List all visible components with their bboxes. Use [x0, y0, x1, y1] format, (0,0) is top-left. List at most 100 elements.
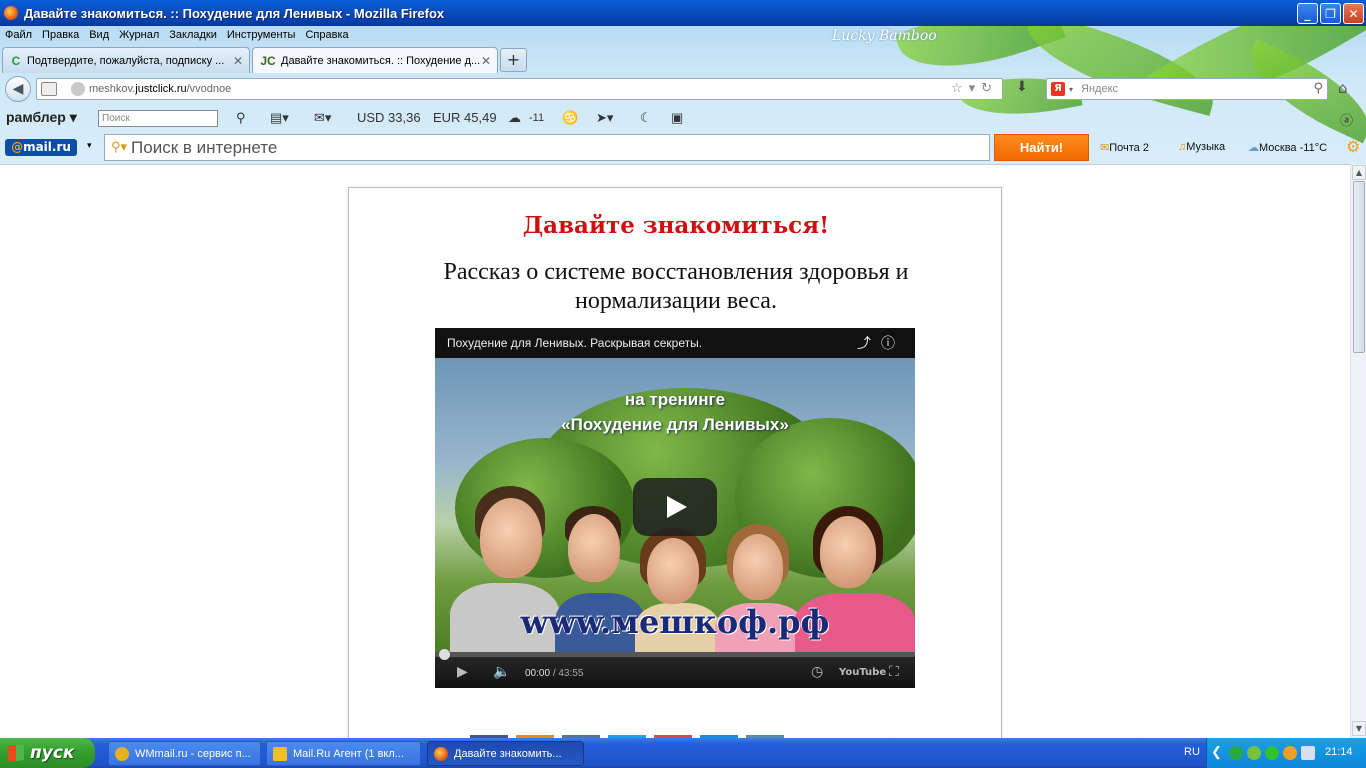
video-player[interactable]: на тренинге «Похудение для Ленивых» www.… [435, 328, 915, 688]
mailru-settings-icon[interactable]: ⚙ [1346, 137, 1360, 157]
rambler-news-icon[interactable]: ▤▾ [270, 110, 289, 126]
menu-tools[interactable]: Инструменты [222, 29, 301, 41]
panorama-icon[interactable] [41, 82, 57, 96]
menu-help[interactable]: Справка [300, 29, 353, 41]
rambler-search-icon[interactable]: ⚲ [236, 110, 246, 126]
person-face [568, 514, 620, 582]
rambler-weather[interactable]: -11 [529, 112, 544, 124]
taskbar-button-wmmail[interactable]: WMmail.ru - сервис п... [108, 741, 261, 766]
rambler-mail-icon[interactable]: ✉▾ [314, 110, 331, 126]
window-titlebar: Давайте знакомиться. :: Похудение для Ле… [0, 0, 1366, 26]
tab-favicon: C [11, 53, 21, 68]
person-face [647, 538, 699, 604]
tray-expand-icon[interactable]: ❮ [1211, 744, 1222, 760]
home-icon[interactable]: ⌂ [1338, 79, 1348, 97]
usd-rate[interactable]: USD 33,36 [357, 110, 421, 125]
page-subheading: Рассказ о системе восстановления здоровь… [443, 259, 909, 314]
video-title[interactable]: Похудение для Ленивых. Раскрывая секреты… [447, 336, 702, 350]
firefox-icon [4, 6, 18, 20]
progress-knob[interactable] [439, 649, 450, 660]
page-content: Давайте знакомиться! Рассказ о системе в… [0, 164, 1350, 738]
tv-icon[interactable]: ▣ [671, 110, 683, 126]
rambler-search-input[interactable]: Поиск [98, 110, 218, 127]
menu-history[interactable]: Журнал [114, 29, 164, 41]
play-button[interactable] [633, 478, 717, 536]
url-text: meshkov.justclick.ru/vvodnoe [89, 83, 232, 95]
clock[interactable]: 21:14 [1325, 746, 1353, 758]
rambler-logo[interactable]: рамблер ▾ [6, 109, 77, 126]
volume-icon[interactable]: 🔈 [493, 664, 510, 680]
find-button[interactable]: Найти! [994, 134, 1089, 161]
mailru-search-input[interactable]: ⚲▾ Поиск в интернете [104, 134, 990, 161]
eur-rate[interactable]: EUR 45,49 [433, 110, 497, 125]
share-icon[interactable]: ⤴ [857, 335, 881, 351]
menu-bookmarks[interactable]: Закладки [164, 29, 222, 41]
horoscope-icon[interactable]: ♋ [562, 110, 578, 126]
search-icon[interactable]: ⚲ [1313, 81, 1323, 96]
chrome-icon [115, 746, 129, 761]
weather-icon[interactable]: ☁ [508, 110, 521, 126]
start-button[interactable]: пуск [0, 738, 95, 768]
info-tray-icon[interactable] [1283, 746, 1297, 760]
video-overlay-text: на тренинге «Похудение для Ленивых» [561, 390, 789, 434]
video-controls: ▶ 🔈 00:00 / 43:55 ◷ YouTube ⛶ [435, 649, 915, 688]
utorrent-icon[interactable] [1229, 746, 1243, 760]
weather-link[interactable]: ☁Москва -11°C [1248, 141, 1327, 154]
moon-icon[interactable]: ☾ [640, 110, 652, 126]
rambler-toolbar: рамблер ▾ Поиск ⚲ ▤▾ ✉▾ USD 33,36 EUR 45… [0, 105, 1366, 131]
tab-label: Давайте знакомиться. :: Похудение д... [281, 54, 481, 67]
mail-link[interactable]: ✉Почта 2 [1100, 141, 1149, 154]
scroll-down-arrow[interactable]: ▼ [1352, 721, 1366, 736]
language-indicator[interactable]: RU [1184, 746, 1200, 758]
icq-icon[interactable] [1265, 746, 1279, 760]
search-key-icon: ⚲▾ [111, 140, 128, 155]
tab-subscription[interactable]: C Подтвердите, пожалуйста, подписку ... … [2, 47, 250, 73]
minimize-button[interactable]: _ [1297, 3, 1318, 24]
send-icon[interactable]: ➤▾ [596, 110, 613, 126]
fullscreen-icon[interactable]: ⛶ [889, 664, 899, 680]
rambler-settings-icon[interactable]: ⓐ [1340, 110, 1353, 129]
mailru-search-placeholder: Поиск в интернете [131, 137, 278, 157]
mailru-dropdown-icon[interactable]: ▾ [87, 141, 92, 151]
maximize-button[interactable]: ❐ [1320, 3, 1341, 24]
mail-agent-icon [273, 746, 287, 761]
navigation-bar: ◀ meshkov.justclick.ru/vvodnoe ☆▾↻ ⬇ Я ▾… [0, 74, 1366, 104]
close-button[interactable]: ✕ [1343, 3, 1364, 24]
theme-name: Lucky Bamboo [832, 28, 937, 44]
new-tab-button[interactable]: + [500, 48, 527, 72]
music-icon: ♫ [1178, 141, 1187, 153]
play-icon[interactable]: ▶ [457, 664, 468, 680]
mailru-toolbar: @mail.ru ▾ ⚲▾ Поиск в интернете Найти! ✉… [0, 131, 1366, 164]
taskbar-button-firefox[interactable]: Давайте знакомить... [427, 741, 584, 766]
taskbar-button-mailru-agent[interactable]: Mail.Ru Агент (1 вкл... [266, 741, 421, 766]
page-scrollbar[interactable]: ▲ ▼ [1350, 164, 1366, 738]
browser-chrome: Файл Правка Вид Журнал Закладки Инструме… [0, 26, 1366, 164]
menu-file[interactable]: Файл [0, 29, 37, 41]
security-icon[interactable] [1247, 746, 1261, 760]
youtube-logo-icon[interactable]: YouTube [839, 667, 886, 678]
video-website-text: www.мешкоф.рф [520, 603, 830, 641]
info-icon[interactable]: ⓘ [881, 335, 905, 351]
firefox-icon [434, 746, 448, 761]
download-icon[interactable]: ⬇ [1016, 79, 1028, 95]
url-bar-icons[interactable]: ☆▾↻ [951, 81, 998, 96]
music-link[interactable]: ♫Музыка [1178, 141, 1225, 153]
tab-close-icon[interactable]: ✕ [233, 54, 243, 68]
menu-edit[interactable]: Правка [37, 29, 84, 41]
scroll-up-arrow[interactable]: ▲ [1352, 165, 1366, 180]
windows-logo-icon [8, 744, 24, 762]
tab-close-icon[interactable]: ✕ [481, 54, 491, 68]
menu-view[interactable]: Вид [84, 29, 114, 41]
back-button[interactable]: ◀ [5, 76, 31, 102]
yandex-logo-icon: Я [1051, 82, 1065, 96]
video-progress-bar[interactable] [435, 649, 915, 660]
mailru-logo[interactable]: @mail.ru [5, 139, 77, 156]
search-engine-dropdown-icon[interactable]: ▾ [1069, 85, 1073, 94]
scroll-thumb[interactable] [1353, 181, 1365, 353]
watch-later-icon[interactable]: ◷ [811, 664, 823, 680]
url-bar[interactable]: meshkov.justclick.ru/vvodnoe ☆▾↻ [36, 78, 1003, 100]
network-icon[interactable] [1301, 746, 1315, 760]
tab-active[interactable]: JC Давайте знакомиться. :: Похудение д..… [252, 47, 498, 73]
yandex-search-field[interactable]: Я ▾ Яндекс ⚲ [1046, 78, 1328, 100]
site-identity-icon[interactable] [71, 82, 85, 96]
